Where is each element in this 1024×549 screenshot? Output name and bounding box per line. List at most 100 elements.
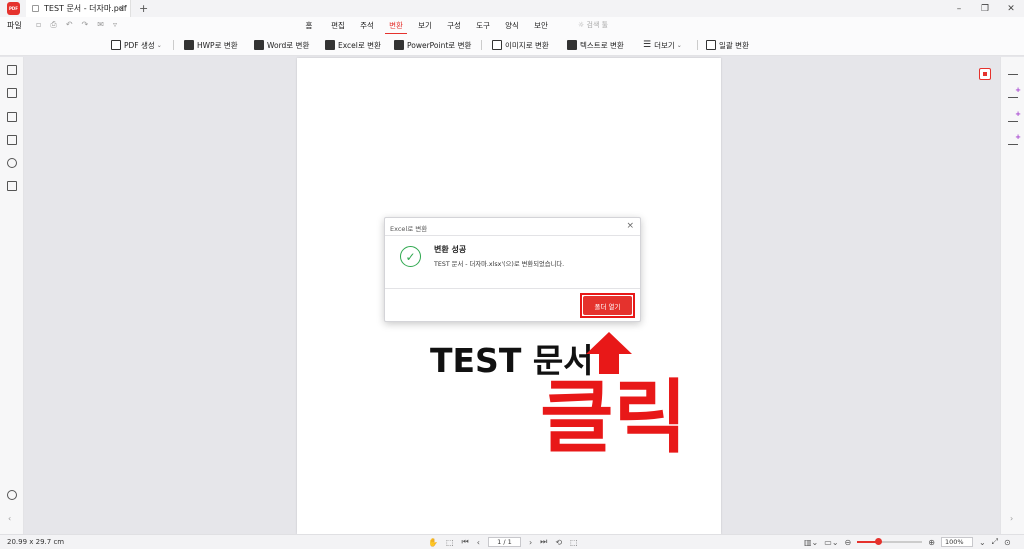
- attachment-icon[interactable]: [7, 135, 17, 145]
- rotate-icon[interactable]: ⟲: [555, 538, 562, 547]
- chevron-down-icon: ⌄: [156, 41, 162, 49]
- redo-icon[interactable]: ↷: [82, 20, 89, 30]
- dialog-close-icon[interactable]: ×: [626, 221, 634, 231]
- save-icon[interactable]: ▫: [36, 20, 41, 30]
- text-convert-button[interactable]: 텍스트로 변환: [567, 39, 624, 51]
- ribbon-divider: [481, 40, 482, 50]
- excel-convert-label: Excel로 변환: [338, 40, 381, 50]
- zoom-controls: ▥⌄ ▭⌄ ⊖ ⊕ 100% ⌄ ⤢ ⊙: [804, 537, 1011, 547]
- fullscreen-icon[interactable]: ⤢: [992, 537, 998, 547]
- status-bar: 20.99 x 29.7 cm ✋ ⬚ ⏮ ‹ 1 / 1 › ⏭ ⟲ ⬚ ▥⌄…: [0, 534, 1024, 549]
- hwp-convert-button[interactable]: HWP로 변환: [184, 39, 238, 51]
- chevron-down-icon[interactable]: ⌄: [979, 538, 986, 547]
- batch-convert-button[interactable]: 일괄 변환: [706, 39, 749, 51]
- menu-tabs: 홈 편집 주석 변환 보기 구성 도구 양식 보안: [298, 20, 559, 35]
- prev-page-icon[interactable]: ‹: [477, 538, 480, 547]
- zoom-slider[interactable]: [857, 538, 923, 545]
- word-icon: [254, 40, 264, 50]
- list-icon: ☰: [643, 40, 652, 50]
- bookmark-icon[interactable]: [7, 88, 17, 98]
- zoom-in-icon[interactable]: ⊕: [928, 538, 935, 547]
- up-arrow-icon: [586, 332, 632, 374]
- properties-icon[interactable]: [1008, 66, 1018, 75]
- sparkle-icon: +: [1015, 133, 1021, 141]
- layers-icon[interactable]: [7, 181, 17, 191]
- tab-comment[interactable]: 주석: [356, 20, 378, 35]
- window-controls: – ❐ ✕: [946, 0, 1024, 17]
- image-icon: [492, 40, 502, 50]
- right-sidebar: + + + ›: [1000, 57, 1024, 534]
- tab-edit[interactable]: 편집: [327, 20, 349, 35]
- tab-convert[interactable]: 변환: [385, 20, 407, 35]
- document-tab[interactable]: TEST 문서 - 더자마.pdf ×: [26, 0, 131, 17]
- ppt-convert-button[interactable]: PowerPoint로 변환: [394, 39, 471, 51]
- floating-tool-icon[interactable]: [979, 68, 991, 80]
- zoom-level-select[interactable]: 100%: [940, 537, 973, 547]
- image-convert-button[interactable]: 이미지로 변환: [492, 39, 549, 51]
- excel-convert-button[interactable]: Excel로 변환: [325, 39, 381, 51]
- word-convert-button[interactable]: Word로 변환: [254, 39, 309, 51]
- translate-icon[interactable]: +: [1008, 133, 1021, 145]
- tab-security[interactable]: 보안: [530, 20, 552, 35]
- tab-organize[interactable]: 구성: [443, 20, 465, 35]
- restore-button[interactable]: ❐: [972, 0, 998, 17]
- chevron-right-icon[interactable]: ›: [1010, 514, 1013, 523]
- dialog-divider: [385, 235, 640, 236]
- search-tools[interactable]: ☼ 검색 툴: [578, 20, 608, 30]
- search-icon[interactable]: [7, 158, 17, 168]
- help-icon[interactable]: [7, 490, 17, 500]
- menu-bar: 파일 ▫ ⎙ ↶ ↷ ✉ ▿ 홈 편집 주석 변환 보기 구성 도구 양식 보안…: [0, 17, 1024, 35]
- print-icon[interactable]: ⎙: [50, 20, 56, 30]
- dialog-message: TEST 문서 - 더자마.xlsx'(으)로 변환되었습니다.: [434, 261, 565, 268]
- app-logo-icon[interactable]: PDF: [7, 2, 20, 15]
- ai-chat-icon[interactable]: +: [1008, 110, 1021, 122]
- annotation-click-label: 클릭: [540, 371, 688, 464]
- more-label: 더보기: [654, 40, 675, 50]
- title-bar: PDF TEST 문서 - 더자마.pdf × + – ❐ ✕: [0, 0, 1024, 17]
- tab-close-icon[interactable]: ×: [118, 4, 125, 13]
- fit-page-icon[interactable]: ⬚: [570, 538, 578, 547]
- mail-icon[interactable]: ✉: [97, 20, 104, 30]
- tab-view[interactable]: 보기: [414, 20, 436, 35]
- sparkle-icon: +: [1015, 86, 1021, 94]
- more-button[interactable]: ☰ 더보기 ⌄: [643, 39, 682, 51]
- select-tool-icon[interactable]: ⬚: [446, 538, 454, 547]
- ai-summary-icon[interactable]: +: [1008, 86, 1021, 98]
- lightbulb-icon: ☼: [578, 21, 587, 29]
- view-mode-icon[interactable]: ▭⌄: [824, 538, 838, 547]
- next-page-icon[interactable]: ›: [529, 538, 532, 547]
- excel-icon: [325, 40, 335, 50]
- page-layout-icon[interactable]: ▥⌄: [804, 538, 818, 547]
- open-folder-button[interactable]: 폴더 열기: [583, 296, 632, 315]
- last-page-icon[interactable]: ⏭: [540, 537, 547, 547]
- undo-icon[interactable]: ↶: [66, 20, 73, 30]
- settings-icon[interactable]: ⊙: [1004, 538, 1011, 547]
- close-window-button[interactable]: ✕: [998, 0, 1024, 17]
- page-number-input[interactable]: 1 / 1: [487, 537, 521, 547]
- zoom-out-icon[interactable]: ⊖: [845, 538, 852, 547]
- new-tab-button[interactable]: +: [139, 2, 148, 15]
- create-pdf-button[interactable]: PDF 생성 ⌄: [111, 39, 162, 51]
- first-page-icon[interactable]: ⏮: [462, 537, 469, 547]
- page-size: 20.99 x 29.7 cm: [7, 538, 65, 546]
- tab-home[interactable]: 홈: [298, 20, 320, 35]
- chevron-left-icon[interactable]: ‹: [8, 514, 11, 523]
- chevron-down-icon: ⌄: [676, 41, 682, 49]
- page-thumbnail-icon[interactable]: [7, 65, 17, 75]
- comment-icon[interactable]: [7, 112, 17, 122]
- text-icon: [567, 40, 577, 50]
- quick-access-toolbar: ▫ ⎙ ↶ ↷ ✉ ▿: [36, 20, 117, 30]
- dropdown-icon[interactable]: ▿: [113, 20, 117, 30]
- tab-tools[interactable]: 도구: [472, 20, 494, 35]
- plus-square-icon: [111, 40, 121, 50]
- page-navigation: ✋ ⬚ ⏮ ‹ 1 / 1 › ⏭ ⟲ ⬚: [428, 537, 578, 547]
- batch-icon: [706, 40, 716, 50]
- dialog-title: Excel로 변환: [390, 225, 428, 233]
- zoom-slider-knob[interactable]: [875, 538, 883, 545]
- hwp-convert-label: HWP로 변환: [197, 40, 238, 50]
- dialog-divider: [385, 288, 640, 289]
- tab-forms[interactable]: 양식: [501, 20, 523, 35]
- minimize-button[interactable]: –: [946, 0, 972, 17]
- hand-tool-icon[interactable]: ✋: [428, 538, 438, 547]
- file-menu[interactable]: 파일: [7, 20, 22, 31]
